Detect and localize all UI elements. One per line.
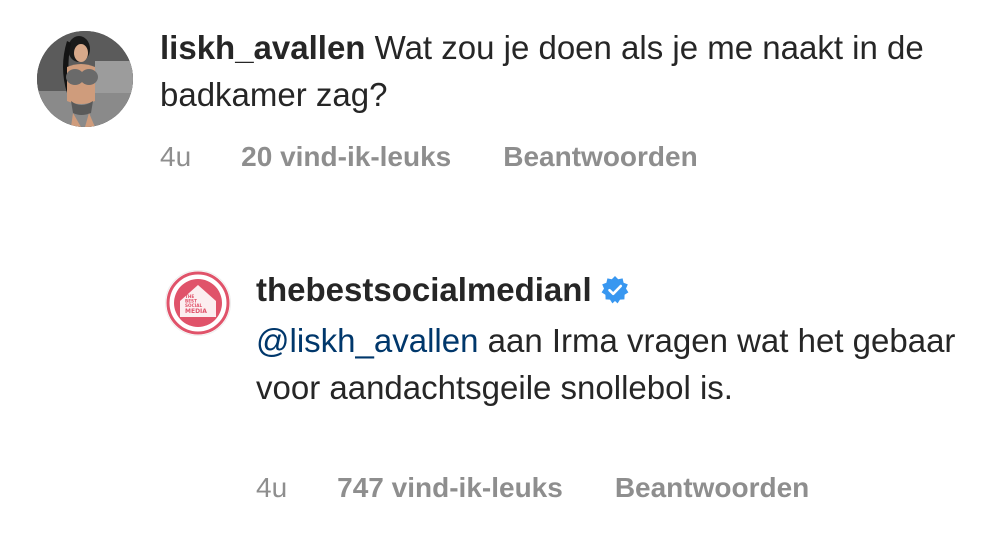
comment-timestamp[interactable]: 4u: [160, 141, 191, 173]
comment-timestamp[interactable]: 4u: [256, 472, 287, 504]
avatar[interactable]: THE BEST SOCIAL MEDIA: [165, 270, 231, 336]
comment-meta: 4u 20 vind-ik-leuks Beantwoorden: [160, 141, 698, 173]
comment-meta: 4u 747 vind-ik-leuks Beantwoorden: [256, 472, 809, 504]
verified-badge-icon: [600, 270, 630, 317]
comment-body: liskh_avallen Wat zou je doen als je me …: [160, 24, 940, 118]
reply-button[interactable]: Beantwoorden: [615, 472, 809, 504]
avatar[interactable]: [37, 31, 133, 127]
profile-photo-icon: [37, 31, 133, 127]
mention-link[interactable]: @liskh_avallen: [256, 322, 478, 359]
comment-username[interactable]: liskh_avallen: [160, 29, 365, 66]
brand-logo-icon: THE BEST SOCIAL MEDIA: [166, 271, 230, 335]
comment-username[interactable]: thebestsocialmedianl: [256, 271, 592, 308]
likes-count[interactable]: 747 vind-ik-leuks: [337, 472, 563, 504]
comment-body: thebestsocialmedianl @liskh_avallen aan …: [256, 266, 956, 411]
reply-button[interactable]: Beantwoorden: [503, 141, 697, 173]
logo-line: MEDIA: [185, 308, 207, 315]
likes-count[interactable]: 20 vind-ik-leuks: [241, 141, 451, 173]
